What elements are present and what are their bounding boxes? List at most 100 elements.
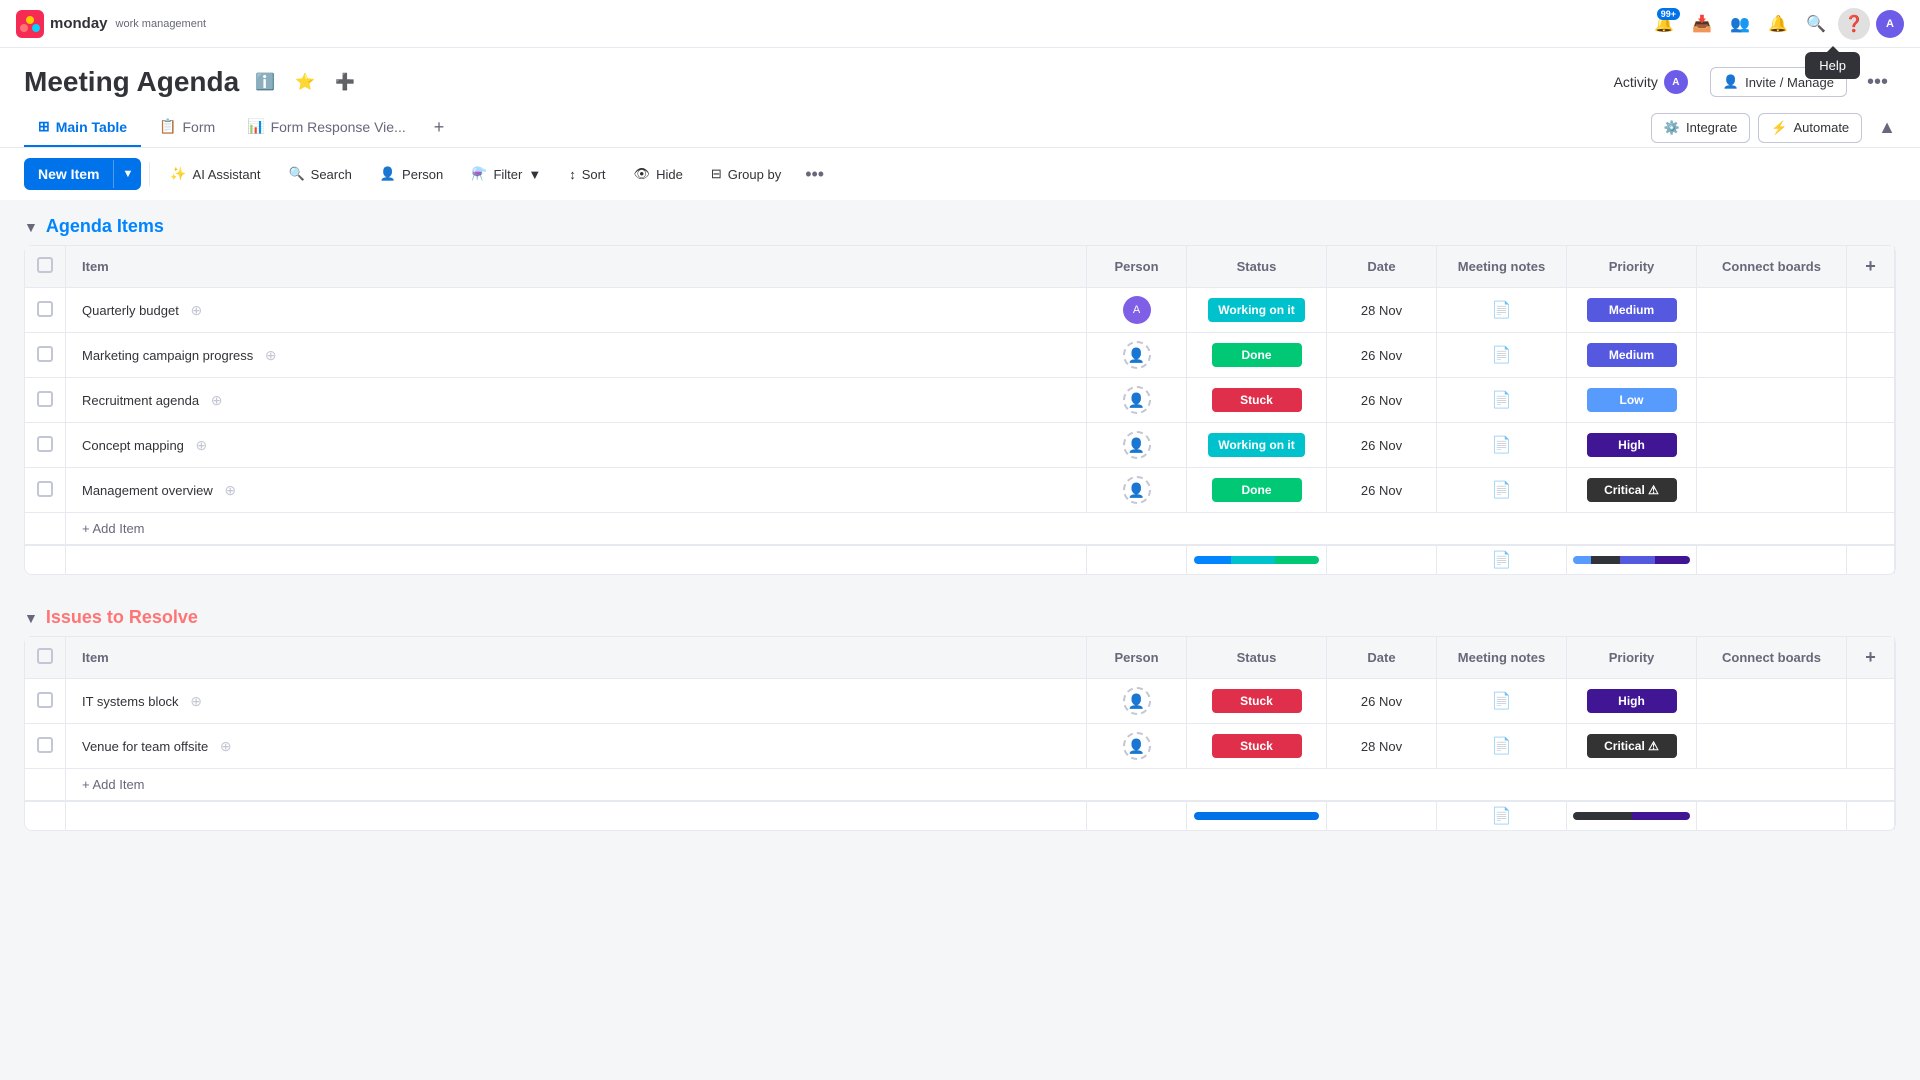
ai-icon: ✨	[170, 166, 186, 182]
updates-button[interactable]: 🔔	[1762, 8, 1794, 40]
tab-form[interactable]: 📋 Form	[145, 108, 229, 147]
add-person-inline-button[interactable]: ⊕	[196, 437, 208, 454]
date-cell[interactable]: 26 Nov	[1327, 423, 1437, 468]
group-agenda-header: ▼ Agenda Items	[24, 216, 1896, 237]
person-filter-button[interactable]: 👤 Person	[368, 159, 455, 189]
add-tab-button[interactable]: +	[424, 109, 455, 146]
row-checkbox[interactable]	[37, 346, 53, 362]
status-badge[interactable]: Done	[1212, 343, 1302, 367]
new-item-dropdown-arrow[interactable]: ▼	[113, 160, 141, 188]
priority-badge[interactable]: High	[1587, 433, 1677, 457]
status-badge[interactable]: Working on it	[1208, 298, 1304, 322]
help-button[interactable]: ❓	[1838, 8, 1870, 40]
filter-button[interactable]: ⚗️ Filter ▼	[459, 159, 553, 189]
row-checkbox[interactable]	[37, 481, 53, 497]
tab-main-table[interactable]: ⊞ Main Table	[24, 108, 141, 147]
table-row: Quarterly budget ⊕AWorking on it28 Nov📄M…	[25, 288, 1895, 333]
row-checkbox[interactable]	[37, 692, 53, 708]
ai-assistant-button[interactable]: ✨ AI Assistant	[158, 159, 272, 189]
add-to-workspace-button[interactable]: ➕	[329, 66, 361, 98]
priority-badge[interactable]: Critical ⚠	[1587, 734, 1677, 758]
add-person-inline-button[interactable]: ⊕	[211, 392, 223, 409]
status-badge[interactable]: Working on it	[1208, 433, 1304, 457]
meeting-notes-icon[interactable]: 📄	[1492, 392, 1512, 409]
meeting-notes-icon[interactable]: 📄	[1492, 482, 1512, 499]
person-empty[interactable]: 👤	[1123, 386, 1151, 414]
priority-badge[interactable]: Critical ⚠	[1587, 478, 1677, 502]
sort-label: Sort	[582, 167, 606, 182]
date-cell[interactable]: 26 Nov	[1327, 378, 1437, 423]
meeting-notes-icon[interactable]: 📄	[1492, 347, 1512, 364]
person-empty[interactable]: 👤	[1123, 341, 1151, 369]
search-button[interactable]: 🔍	[1800, 8, 1832, 40]
date-cell[interactable]: 26 Nov	[1327, 333, 1437, 378]
invite-users-button[interactable]: 👥	[1724, 8, 1756, 40]
search-toolbar-button[interactable]: 🔍 Search	[276, 159, 363, 189]
tab-main-table-label: Main Table	[56, 119, 127, 135]
group-issues-collapse-button[interactable]: ▼	[24, 610, 38, 626]
status-badge[interactable]: Stuck	[1212, 689, 1302, 713]
add-person-inline-button[interactable]: ⊕	[224, 482, 236, 499]
issues-add-column-button[interactable]: +	[1861, 643, 1880, 671]
date-cell[interactable]: 28 Nov	[1327, 288, 1437, 333]
add-item-row[interactable]: + Add Item	[25, 513, 1895, 546]
date-cell[interactable]: 26 Nov	[1327, 679, 1437, 724]
notes-summary-icon: 📄	[1492, 552, 1512, 569]
more-toolbar-button[interactable]: •••	[797, 160, 832, 189]
extra-cell	[1847, 423, 1895, 468]
add-person-inline-button[interactable]: ⊕	[220, 738, 232, 755]
group-agenda-collapse-button[interactable]: ▼	[24, 219, 38, 235]
more-options-button[interactable]: •••	[1859, 67, 1896, 98]
add-person-inline-button[interactable]: ⊕	[265, 347, 277, 364]
status-badge[interactable]: Done	[1212, 478, 1302, 502]
invite-icon: 👤	[1723, 74, 1739, 90]
new-item-button[interactable]: New Item ▼	[24, 158, 141, 190]
notification-button[interactable]: 🔔 99+	[1648, 8, 1680, 40]
collapse-button[interactable]: ▲	[1870, 113, 1904, 142]
row-checkbox[interactable]	[37, 436, 53, 452]
meeting-notes-icon[interactable]: 📄	[1492, 738, 1512, 755]
integrate-button[interactable]: ⚙️ Integrate	[1651, 113, 1751, 143]
favorite-button[interactable]: ⭐	[289, 66, 321, 98]
add-item-row[interactable]: + Add Item	[25, 769, 1895, 802]
person-avatar[interactable]: A	[1123, 296, 1151, 324]
add-column-button[interactable]: +	[1861, 252, 1880, 280]
person-empty[interactable]: 👤	[1123, 732, 1151, 760]
add-person-inline-button[interactable]: ⊕	[190, 302, 202, 319]
automate-button[interactable]: ⚡ Automate	[1758, 113, 1862, 143]
date-cell[interactable]: 26 Nov	[1327, 468, 1437, 513]
status-badge[interactable]: Stuck	[1212, 734, 1302, 758]
row-checkbox[interactable]	[37, 301, 53, 317]
row-checkbox[interactable]	[37, 737, 53, 753]
person-empty[interactable]: 👤	[1123, 431, 1151, 459]
priority-badge[interactable]: High	[1587, 689, 1677, 713]
user-avatar[interactable]: A	[1876, 10, 1904, 38]
issues-select-all-checkbox[interactable]	[37, 648, 53, 664]
person-empty[interactable]: 👤	[1123, 476, 1151, 504]
tab-form-response[interactable]: 📊 Form Response Vie...	[233, 108, 420, 147]
person-empty[interactable]: 👤	[1123, 687, 1151, 715]
tabs-right: ⚙️ Integrate ⚡ Automate ▲	[1651, 113, 1920, 143]
group-issues-to-resolve: ▼ Issues to Resolve Item Person Status D…	[24, 607, 1896, 831]
add-item-label[interactable]: + Add Item	[66, 769, 1895, 802]
row-checkbox[interactable]	[37, 391, 53, 407]
add-item-label[interactable]: + Add Item	[66, 513, 1895, 546]
group-by-button[interactable]: ⊟ Group by	[699, 159, 793, 189]
info-button[interactable]: ℹ️	[249, 66, 281, 98]
meeting-notes-icon[interactable]: 📄	[1492, 693, 1512, 710]
status-badge[interactable]: Stuck	[1212, 388, 1302, 412]
meeting-notes-icon[interactable]: 📄	[1492, 437, 1512, 454]
priority-badge[interactable]: Medium	[1587, 343, 1677, 367]
select-all-checkbox[interactable]	[37, 257, 53, 273]
date-cell[interactable]: 28 Nov	[1327, 724, 1437, 769]
table-icon: ⊞	[38, 118, 50, 135]
sort-button[interactable]: ↕ Sort	[557, 160, 617, 189]
add-person-inline-button[interactable]: ⊕	[190, 693, 202, 710]
priority-badge[interactable]: Low	[1587, 388, 1677, 412]
priority-badge[interactable]: Medium	[1587, 298, 1677, 322]
hide-button[interactable]: 👁 Hide	[622, 159, 695, 189]
meeting-notes-icon[interactable]: 📄	[1492, 302, 1512, 319]
inbox-button[interactable]: 📥	[1686, 8, 1718, 40]
activity-button[interactable]: Activity A	[1604, 64, 1698, 100]
search-label: Search	[311, 167, 352, 182]
